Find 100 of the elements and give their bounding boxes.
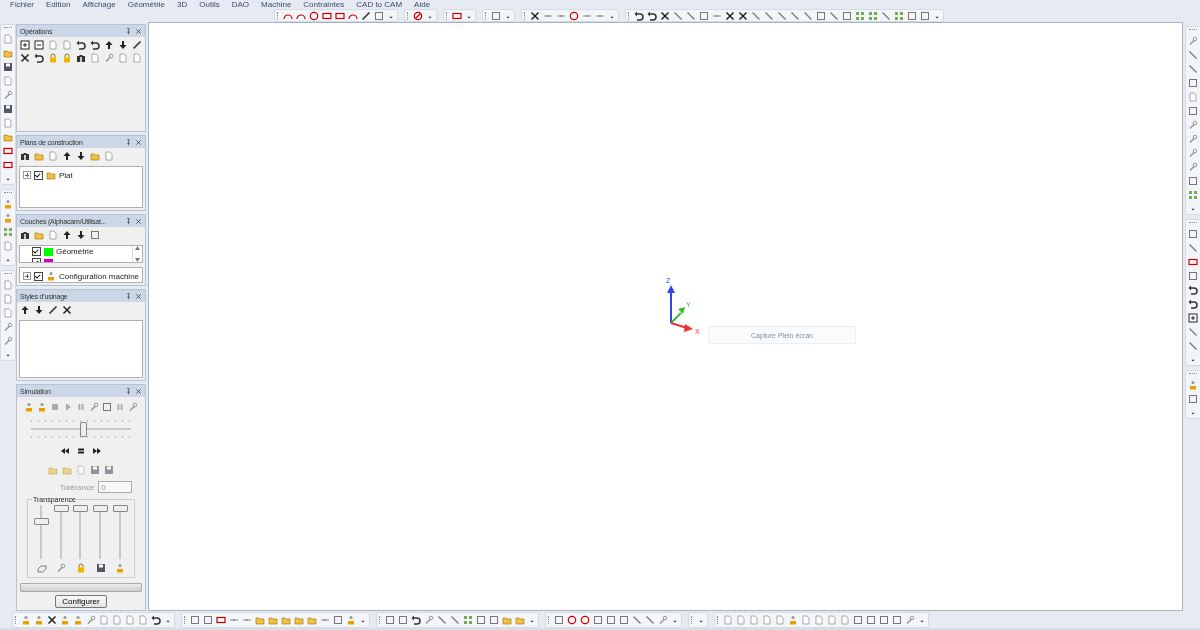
document-icon[interactable] [827, 614, 837, 625]
diagonal-line-icon[interactable] [632, 614, 642, 625]
wrench-icon[interactable] [1187, 134, 1198, 144]
diagonal-line-icon[interactable] [686, 10, 696, 21]
figure-icon[interactable] [1187, 380, 1198, 390]
square-icon[interactable] [489, 614, 499, 625]
menu-item[interactable]: CAD to CAM [356, 0, 403, 9]
menu-item[interactable]: Contraintes [303, 0, 345, 9]
lock-icon[interactable] [48, 53, 58, 63]
document-icon[interactable] [99, 614, 109, 625]
figure-icon[interactable] [73, 614, 83, 625]
menu-item[interactable]: Aide [414, 0, 431, 9]
diagonal-line-icon[interactable] [829, 10, 839, 21]
wrench-icon[interactable] [1187, 162, 1198, 172]
grid-icon[interactable] [894, 10, 904, 21]
pin-icon[interactable] [125, 27, 132, 35]
grid-icon[interactable] [868, 10, 878, 21]
menu-item[interactable]: Machine [261, 0, 292, 9]
pin-icon[interactable] [125, 292, 132, 300]
close-icon[interactable] [135, 387, 142, 395]
square-icon[interactable] [892, 614, 902, 625]
close-icon[interactable] [135, 292, 142, 300]
pin-icon[interactable] [125, 217, 132, 225]
slider-thumb[interactable] [53, 505, 69, 512]
diagonal-line-icon[interactable] [673, 10, 683, 21]
grid-icon[interactable] [855, 10, 865, 21]
folder-icon[interactable] [294, 614, 304, 625]
grid-icon[interactable] [1187, 190, 1198, 200]
square-icon[interactable] [1187, 271, 1198, 281]
tree-item-label[interactable]: Plat [59, 170, 73, 180]
square-icon[interactable] [385, 614, 395, 625]
document-icon[interactable] [762, 614, 772, 625]
rectangle-icon[interactable] [322, 10, 332, 21]
pencil-icon[interactable] [361, 10, 371, 21]
figure-icon[interactable] [24, 402, 34, 412]
grid-icon[interactable] [463, 614, 473, 625]
square-icon[interactable] [90, 230, 100, 240]
square-icon[interactable] [842, 10, 852, 21]
document-icon[interactable] [801, 614, 811, 625]
square-icon[interactable] [1187, 78, 1198, 88]
square-icon[interactable] [907, 10, 917, 21]
arrow-up-icon[interactable] [62, 151, 72, 161]
square-icon[interactable] [699, 10, 709, 21]
wrench-icon[interactable] [658, 614, 668, 625]
figure-icon[interactable] [21, 614, 31, 625]
wrench-icon[interactable] [2, 322, 13, 332]
diagonal-line-icon[interactable] [1187, 243, 1198, 253]
wrench-icon[interactable] [86, 614, 96, 625]
document-icon[interactable] [2, 34, 13, 44]
document-icon[interactable] [125, 614, 135, 625]
wrench-icon[interactable] [1187, 120, 1198, 130]
lock-icon[interactable] [62, 53, 72, 63]
square-icon[interactable] [190, 614, 200, 625]
grid-icon[interactable] [2, 227, 13, 237]
floppy-icon[interactable] [2, 62, 13, 72]
square-icon[interactable] [398, 614, 408, 625]
document-icon[interactable] [1187, 92, 1198, 102]
folder-icon[interactable] [2, 132, 13, 142]
document-icon[interactable] [723, 614, 733, 625]
plus-icon[interactable] [1187, 313, 1198, 323]
document-icon[interactable] [104, 151, 114, 161]
square-icon[interactable] [866, 614, 876, 625]
equals-icon[interactable] [76, 446, 86, 456]
square-icon[interactable] [476, 614, 486, 625]
wrench-icon[interactable] [89, 402, 99, 412]
fast-forward-icon[interactable] [92, 446, 102, 456]
checkbox[interactable] [34, 170, 43, 180]
square-icon[interactable] [491, 10, 501, 21]
cross-icon[interactable] [738, 10, 748, 21]
pause-icon[interactable] [115, 402, 125, 412]
square-icon[interactable] [1187, 176, 1198, 186]
document-icon[interactable] [2, 241, 13, 251]
expand-toggle[interactable] [23, 171, 31, 179]
close-icon[interactable] [135, 27, 142, 35]
circle-icon[interactable] [567, 614, 577, 625]
rectangle-icon[interactable] [452, 10, 462, 21]
folder-icon[interactable] [90, 151, 100, 161]
document-icon[interactable] [48, 151, 58, 161]
wrench-icon[interactable] [128, 402, 138, 412]
menu-item[interactable]: 3D [177, 0, 188, 9]
square-icon[interactable] [593, 614, 603, 625]
cross-icon[interactable] [530, 10, 540, 21]
figure-icon[interactable] [346, 614, 356, 625]
figure-icon[interactable] [788, 614, 798, 625]
square-icon[interactable] [853, 614, 863, 625]
slider-thumb[interactable] [93, 505, 109, 512]
plus-icon[interactable] [20, 40, 30, 50]
lock-icon[interactable] [76, 563, 86, 573]
pencil-icon[interactable] [132, 40, 142, 50]
document-icon[interactable] [814, 614, 824, 625]
menu-item[interactable]: DAO [231, 0, 250, 9]
figure-icon[interactable] [2, 199, 13, 209]
wrench-icon[interactable] [1187, 148, 1198, 158]
circle-icon[interactable] [309, 10, 319, 21]
play-icon[interactable] [63, 402, 73, 412]
menu-item[interactable]: Géométrie [127, 0, 166, 9]
circle-icon[interactable] [580, 614, 590, 625]
diagonal-line-icon[interactable] [790, 10, 800, 21]
folder-icon[interactable] [268, 614, 278, 625]
cross-icon[interactable] [725, 10, 735, 21]
